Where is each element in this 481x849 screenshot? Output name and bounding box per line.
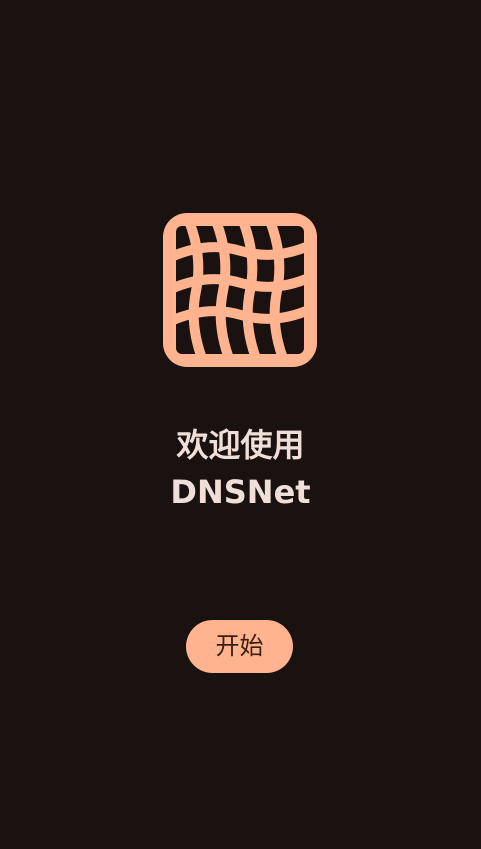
app-logo-icon bbox=[163, 213, 317, 367]
start-button[interactable]: 开始 bbox=[186, 620, 293, 673]
welcome-screen: 欢迎使用 DNSNet 开始 bbox=[0, 0, 481, 849]
welcome-title-line1: 欢迎使用 bbox=[176, 426, 305, 464]
welcome-title: 欢迎使用 DNSNet bbox=[0, 422, 481, 516]
welcome-title-app-name: DNSNet bbox=[170, 473, 311, 511]
